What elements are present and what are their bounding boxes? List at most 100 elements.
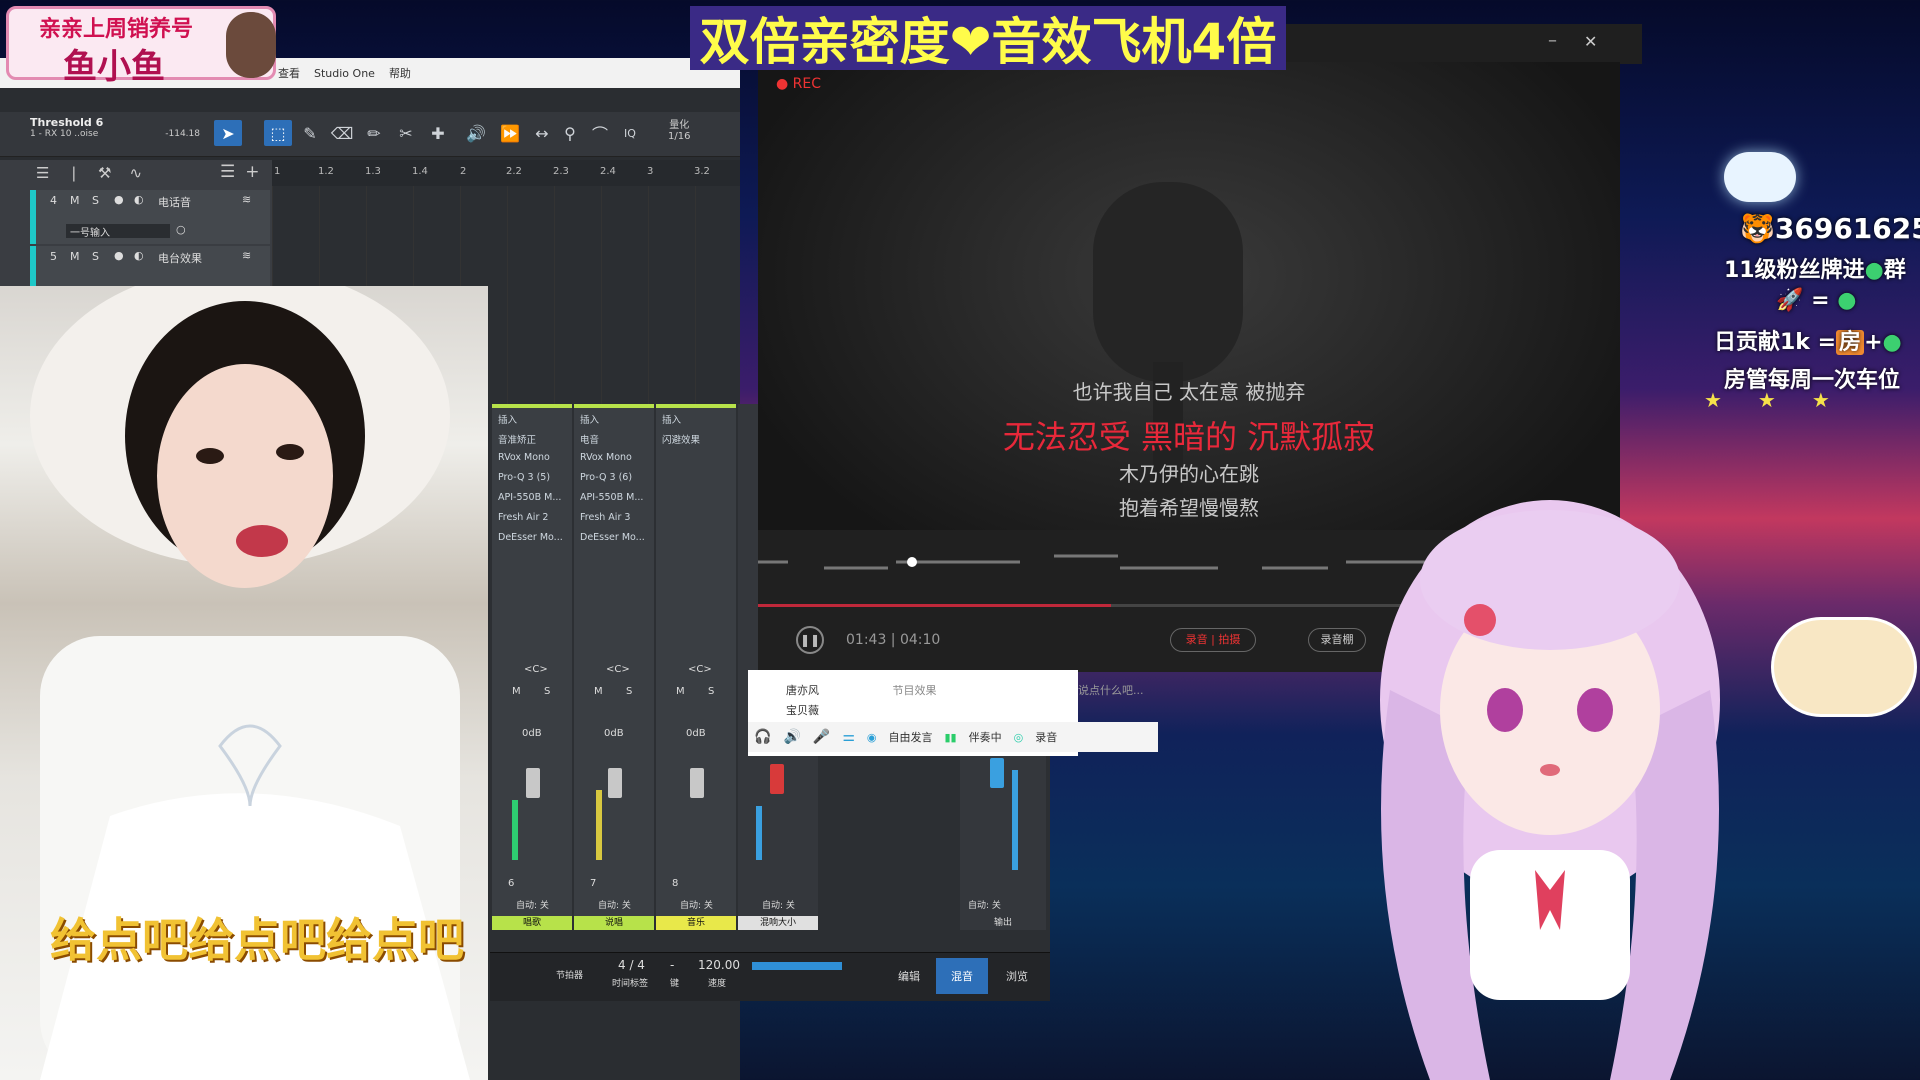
snap-tool-icon[interactable]: ⏩ <box>496 120 524 146</box>
insert-slot[interactable]: API-550B M... <box>498 492 561 503</box>
pencil-tool-icon[interactable]: ✏ <box>360 120 388 146</box>
chat-input[interactable]: 说点什么吧... <box>1078 682 1144 698</box>
solo-button[interactable]: S <box>92 194 99 207</box>
tab-mix[interactable]: 混音 <box>936 958 988 994</box>
bend-tool-icon[interactable]: ✚ <box>424 120 452 146</box>
mic-icon[interactable]: 🎤 <box>813 729 830 745</box>
free-talk-button[interactable]: 自由发言 <box>888 729 932 745</box>
key-value[interactable]: - <box>670 958 674 972</box>
listen-tool-icon[interactable]: 🔊 <box>462 120 490 146</box>
mute-button[interactable]: M <box>70 194 80 207</box>
mute-button[interactable]: M <box>676 686 685 697</box>
transient-tool-icon[interactable]: ⌒ <box>586 120 614 146</box>
waveform-icon[interactable]: ≋ <box>242 249 251 262</box>
solo-button[interactable]: S <box>92 250 99 263</box>
monitor-icon[interactable]: ◐ <box>134 193 144 206</box>
headphone-icon[interactable]: 🎧 <box>754 729 771 745</box>
track-name[interactable]: 电话音 <box>158 194 191 210</box>
input-circle-icon[interactable]: ○ <box>176 223 186 236</box>
mute-tool-icon[interactable]: ✂ <box>392 120 420 146</box>
track-name[interactable]: 电台效果 <box>158 250 202 266</box>
chat-user[interactable]: 唐亦风 <box>786 684 819 697</box>
menu-studio-one[interactable]: Studio One <box>314 67 375 80</box>
automation-icon[interactable]: ∿ <box>129 164 142 182</box>
volume-fader[interactable] <box>608 768 622 798</box>
tempo-value[interactable]: 120.00 <box>698 958 740 972</box>
range-tool-icon[interactable]: ⬚ <box>264 120 292 146</box>
tab-edit[interactable]: 编辑 <box>882 958 936 994</box>
volume-fader[interactable] <box>526 768 540 798</box>
close-button[interactable]: ✕ <box>1584 32 1597 51</box>
insert-slot[interactable]: DeEsser Mo... <box>580 532 645 543</box>
list-icon[interactable]: ☰ <box>36 164 49 182</box>
eraser-tool-icon[interactable]: ⌫ <box>328 120 356 146</box>
insert-slot[interactable]: Pro-Q 3 (5) <box>498 472 550 483</box>
insert-slot[interactable]: DeEsser Mo... <box>498 532 563 543</box>
insert-slot[interactable]: RVox Mono <box>498 452 550 463</box>
time-signature[interactable]: 4 / 4 <box>618 958 645 972</box>
split-tool-icon[interactable]: ✎ <box>296 120 324 146</box>
pause-button[interactable]: ❚❚ <box>796 626 824 654</box>
insert-header[interactable]: 插入 <box>498 412 517 426</box>
solo-button[interactable]: S <box>544 686 550 697</box>
automation-mode[interactable]: 自动: 关 <box>598 898 631 911</box>
track-row[interactable]: 4 M S ● ◐ 电话音 ≋ 一号输入 ○ <box>30 190 270 244</box>
zoom-tool-icon[interactable]: ⚲ <box>556 120 584 146</box>
insert-slot[interactable]: 电音 <box>580 432 599 446</box>
insert-header[interactable]: 插入 <box>580 412 599 426</box>
record-arm-icon[interactable]: ● <box>114 249 124 262</box>
insert-slot[interactable]: 闪避效果 <box>662 432 700 446</box>
iq-button[interactable]: IQ <box>616 120 644 146</box>
stretch-tool-icon[interactable]: ↔ <box>528 120 556 146</box>
channel-name[interactable]: 说唱 <box>574 916 654 930</box>
channel-name[interactable]: 音乐 <box>656 916 736 930</box>
solo-button[interactable]: S <box>708 686 714 697</box>
record-button[interactable]: 录音 <box>1035 729 1057 745</box>
volume-fader[interactable] <box>690 768 704 798</box>
arrow-tool-icon[interactable]: ➤ <box>214 120 242 146</box>
channel-name[interactable]: 输出 <box>960 916 1046 930</box>
accompaniment-button[interactable]: 伴奏中 <box>969 729 1002 745</box>
insert-slot[interactable]: Fresh Air 2 <box>498 512 548 523</box>
volume-fader[interactable] <box>770 764 784 794</box>
mute-button[interactable]: M <box>512 686 521 697</box>
wrench-icon[interactable]: ⚒ <box>98 164 111 182</box>
add-track-icon[interactable]: + <box>245 162 259 182</box>
record-shoot-button[interactable]: 录音 | 拍摄 <box>1170 628 1256 652</box>
automation-mode[interactable]: 自动: 关 <box>516 898 549 911</box>
mixer-icon[interactable]: ⚌ <box>842 729 855 745</box>
metronome-label[interactable]: 节拍器 <box>556 968 583 981</box>
menu-view[interactable]: 查看 <box>278 65 300 81</box>
insert-slot[interactable]: 音准矫正 <box>498 432 536 446</box>
automation-mode[interactable]: 自动: 关 <box>762 898 795 911</box>
mute-button[interactable]: M <box>594 686 603 697</box>
channel-name[interactable]: 唱歌 <box>492 916 572 930</box>
insert-header[interactable]: 插入 <box>662 412 681 426</box>
solo-button[interactable]: S <box>626 686 632 697</box>
insert-slot[interactable]: RVox Mono <box>580 452 632 463</box>
automation-mode[interactable]: 自动: 关 <box>968 898 1001 911</box>
monitor-icon[interactable]: ◐ <box>134 249 144 262</box>
menu-help[interactable]: 帮助 <box>389 65 411 81</box>
pan-value[interactable]: <C> <box>688 664 712 675</box>
pan-value[interactable]: <C> <box>524 664 548 675</box>
automation-mode[interactable]: 自动: 关 <box>680 898 713 911</box>
track-input-select[interactable]: 一号输入 <box>66 224 170 239</box>
inspector-icon[interactable]: ❘ <box>67 164 80 182</box>
pan-value[interactable]: <C> <box>606 664 630 675</box>
record-arm-icon[interactable]: ● <box>114 193 124 206</box>
plugin-info[interactable]: Threshold 6 1 - RX 10 ..oise -114.18 <box>30 116 200 146</box>
minimize-button[interactable]: – <box>1548 30 1557 51</box>
channel-name[interactable]: 混响大小 <box>738 916 818 930</box>
chat-user[interactable]: 宝贝薇 <box>786 704 819 717</box>
mute-button[interactable]: M <box>70 250 80 263</box>
insert-slot[interactable]: API-550B M... <box>580 492 643 503</box>
output-fader[interactable] <box>990 758 1004 788</box>
quantize[interactable]: 量化 1/16 <box>668 116 690 142</box>
insert-slot[interactable]: Fresh Air 3 <box>580 512 630 523</box>
insert-slot[interactable]: Pro-Q 3 (6) <box>580 472 632 483</box>
track-menu-icon[interactable]: ☰ <box>220 162 235 182</box>
speaker-icon[interactable]: 🔊 <box>783 729 800 745</box>
tab-browse[interactable]: 浏览 <box>990 958 1044 994</box>
waveform-icon[interactable]: ≋ <box>242 193 251 206</box>
